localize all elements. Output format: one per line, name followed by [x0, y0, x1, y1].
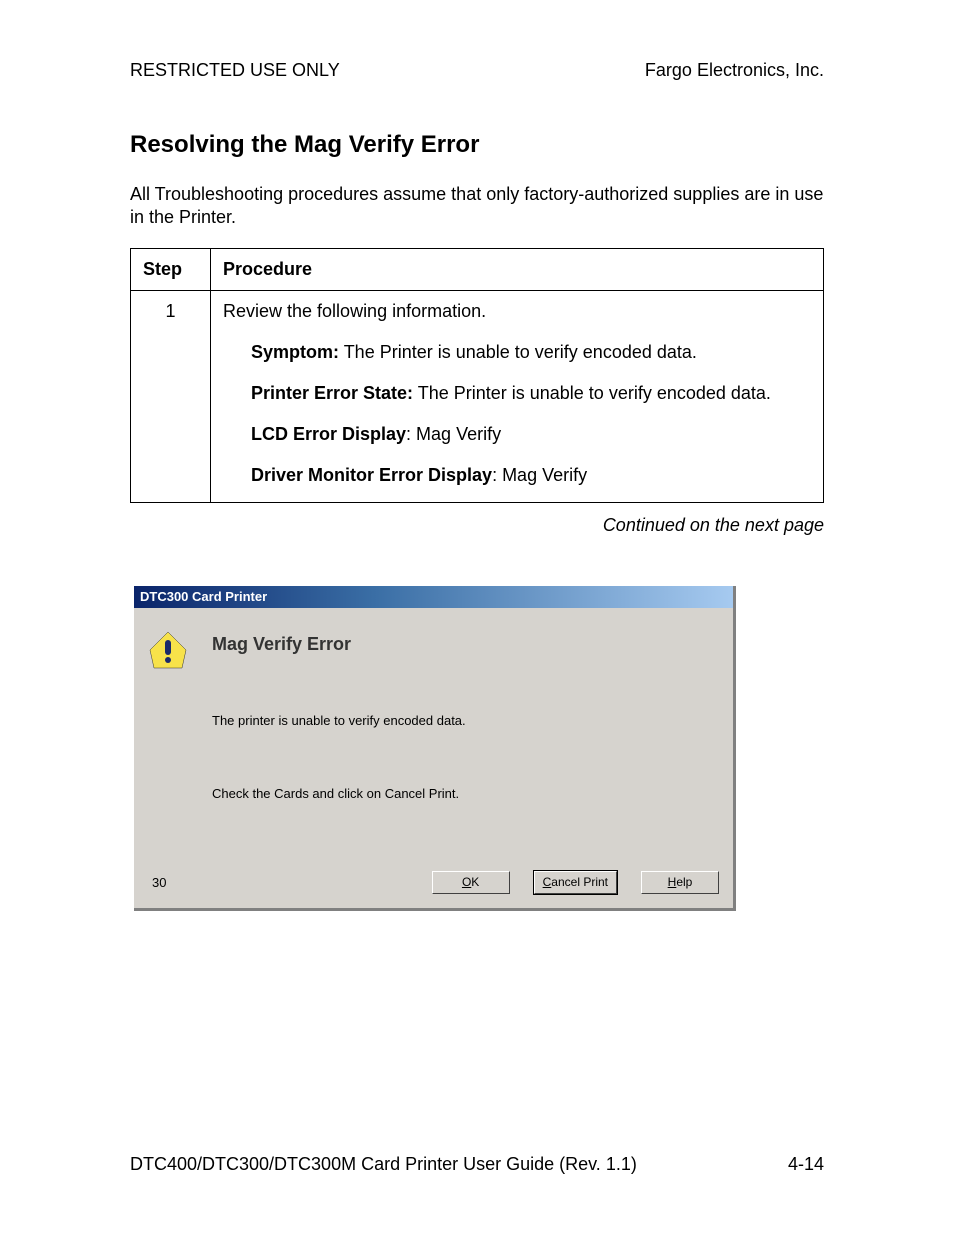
cancel-print-button[interactable]: Cancel Print	[534, 871, 617, 894]
footer-right: 4-14	[788, 1154, 824, 1175]
col-procedure-header: Procedure	[211, 248, 824, 290]
dialog-message-2: Check the Cards and click on Cancel Prin…	[212, 786, 719, 801]
footer-left: DTC400/DTC300/DTC300M Card Printer User …	[130, 1154, 637, 1175]
warning-icon	[148, 630, 188, 673]
continued-note: Continued on the next page	[130, 515, 824, 536]
driver-monitor-line: Driver Monitor Error Display: Mag Verify	[251, 465, 811, 486]
page-header: RESTRICTED USE ONLY Fargo Electronics, I…	[130, 60, 824, 81]
header-left: RESTRICTED USE ONLY	[130, 60, 340, 81]
intro-paragraph: All Troubleshooting procedures assume th…	[130, 183, 824, 230]
col-step-header: Step	[131, 248, 211, 290]
symptom-line: Symptom: The Printer is unable to verify…	[251, 342, 811, 363]
header-right: Fargo Electronics, Inc.	[645, 60, 824, 81]
dialog-counter: 30	[152, 875, 166, 890]
ok-button[interactable]: OK	[432, 871, 510, 894]
dialog-heading: Mag Verify Error	[212, 634, 719, 655]
dialog-titlebar: DTC300 Card Printer	[134, 586, 733, 608]
procedure-cell: Review the following information. Sympto…	[211, 290, 824, 502]
dialog-message-1: The printer is unable to verify encoded …	[212, 713, 719, 728]
step-number: 1	[131, 290, 211, 502]
help-button[interactable]: Help	[641, 871, 719, 894]
section-title: Resolving the Mag Verify Error	[130, 131, 824, 159]
review-line: Review the following information.	[223, 301, 811, 322]
page-footer: DTC400/DTC300/DTC300M Card Printer User …	[130, 1154, 824, 1175]
procedure-table: Step Procedure 1 Review the following in…	[130, 248, 824, 503]
dialog-screenshot: DTC300 Card Printer Mag Verify Error The…	[134, 586, 736, 911]
lcd-error-line: LCD Error Display: Mag Verify	[251, 424, 811, 445]
printer-error-state-line: Printer Error State: The Printer is unab…	[251, 383, 811, 404]
